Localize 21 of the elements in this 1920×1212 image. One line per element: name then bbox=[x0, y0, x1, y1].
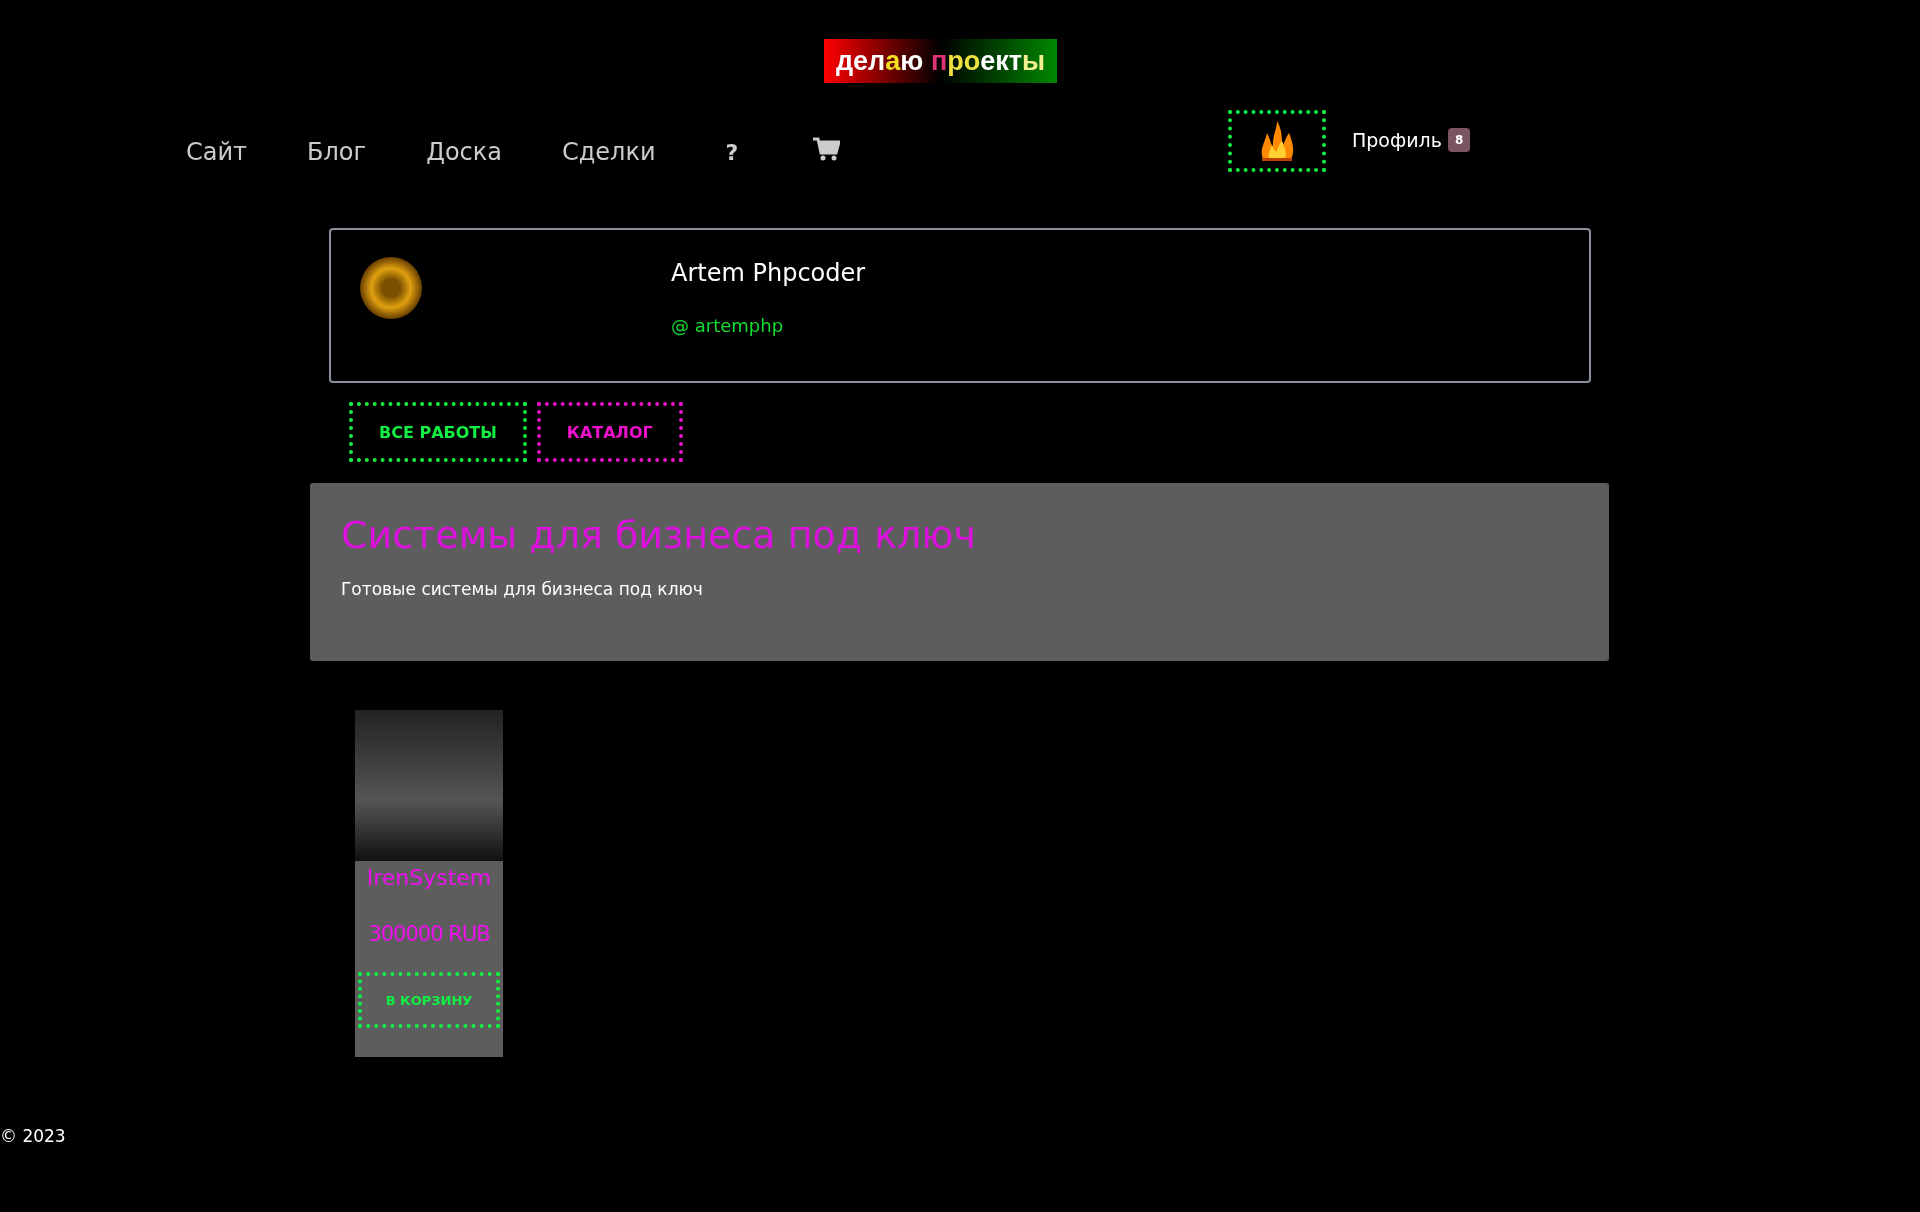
add-to-cart-button[interactable]: В КОРЗИНУ bbox=[358, 972, 500, 1028]
product-price: 300000 RUB bbox=[368, 922, 490, 946]
profile-link[interactable]: Профиль bbox=[1352, 129, 1442, 151]
nav-link[interactable]: Сделки bbox=[562, 138, 656, 166]
nav-link[interactable]: ? bbox=[725, 139, 739, 165]
fire-button[interactable] bbox=[1228, 110, 1326, 172]
cart-icon[interactable] bbox=[812, 136, 841, 162]
username-link[interactable]: @ artemphp bbox=[671, 315, 866, 336]
nav-link[interactable]: Сайт bbox=[186, 138, 248, 166]
page-title: Системы для бизнеса под ключ bbox=[341, 513, 977, 557]
fire-icon bbox=[1259, 121, 1295, 161]
filter-button[interactable]: ВСЕ РАБОТЫ bbox=[349, 402, 527, 462]
filter-button[interactable]: КАТАЛОГ bbox=[536, 402, 683, 462]
product-name: IrenSystem bbox=[366, 865, 492, 890]
site-logo[interactable]: делаю проекты bbox=[824, 39, 1057, 83]
notification-badge: 8 bbox=[1447, 128, 1471, 152]
page-subtitle: Готовые системы для бизнеса под ключ bbox=[341, 579, 704, 599]
profile-name: Artem Phpcoder bbox=[671, 259, 866, 287]
nav-link[interactable]: Блог bbox=[307, 138, 367, 166]
copyright-text: © 2023 bbox=[0, 1126, 66, 1146]
nav-link[interactable]: Доска bbox=[426, 138, 502, 166]
